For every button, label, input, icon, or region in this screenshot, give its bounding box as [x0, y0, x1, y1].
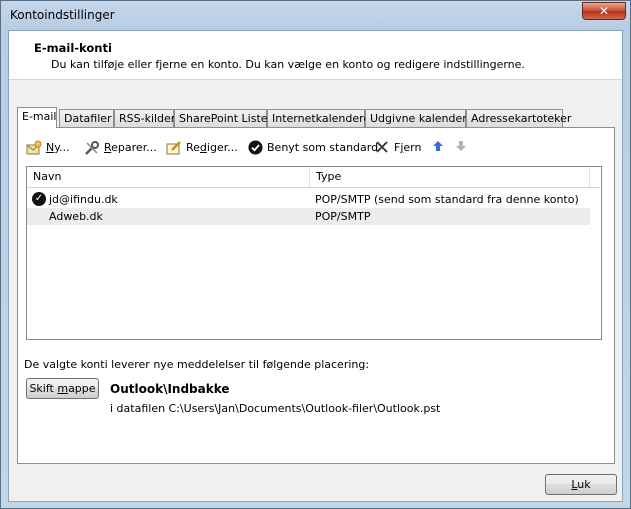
edit-label-start: Re [186, 141, 200, 154]
x-icon [374, 140, 390, 156]
edit-label-mnemonic: d [199, 141, 207, 154]
tab-label: Datafiler [64, 112, 112, 125]
tab-label: E-mail [22, 110, 57, 123]
change-folder-label-start: Skift [29, 382, 58, 395]
change-folder-button[interactable]: Skift mappe [26, 378, 99, 399]
new-label-mnemonic: N [46, 141, 55, 154]
header-title: E-mail-konti [34, 41, 112, 55]
delivery-path: i datafilen C:\Users\Jan\Documents\Outlo… [110, 402, 441, 415]
tab-label: RSS-kilder [119, 112, 176, 125]
edit-icon [166, 140, 182, 156]
header-subtitle: Du kan tilføje eller fjerne en konto. Du… [51, 58, 525, 71]
account-type: POP/SMTP (send som standard fra denne ko… [315, 193, 579, 206]
set-default-button[interactable]: Benyt som standard [247, 138, 378, 158]
account-name: Adweb.dk [49, 210, 103, 223]
delivery-folder: Outlook\Indbakke [110, 382, 230, 396]
tab-datafiles[interactable]: Datafiler [59, 109, 114, 127]
accounts-list[interactable]: Navn Type ✓ jd@ifindu.dk POP/SMTP (send … [26, 166, 603, 340]
account-name: jd@ifindu.dk [49, 193, 118, 206]
email-tab-panel: Ny... Reparer... Rediger... Benyt som st… [17, 127, 615, 464]
account-settings-window: Kontoindstillinger ✕ E-mail-konti Du kan… [0, 0, 631, 509]
edit-button[interactable]: Rediger... [166, 138, 238, 158]
delivery-label: De valgte konti leverer nye meddelelser … [24, 358, 370, 371]
tab-label: Internetkalendere [272, 112, 371, 125]
list-item[interactable]: Adweb.dk POP/SMTP [27, 208, 590, 225]
tab-label: Adressekartoteker [471, 112, 572, 125]
tab-label: SharePoint Lister [179, 112, 273, 125]
close-icon: ✕ [598, 4, 610, 18]
dialog-client-area: E-mail-konti Du kan tilføje eller fjerne… [8, 30, 623, 502]
tab-internet-calendars[interactable]: Internetkalendere [267, 109, 370, 127]
tab-rss[interactable]: RSS-kilder [114, 109, 176, 127]
change-folder-label: appe [68, 382, 96, 395]
header-panel: E-mail-konti Du kan tilføje eller fjerne… [9, 31, 622, 80]
tab-published-calendars[interactable]: Udgivne kalendere [365, 109, 473, 127]
tab-address-books[interactable]: Adressekartoteker [466, 109, 571, 127]
move-up-button[interactable] [430, 138, 446, 158]
remove-label: ern [403, 141, 422, 154]
tab-sharepoint[interactable]: SharePoint Lister [174, 109, 272, 127]
column-header-type[interactable]: Type [310, 167, 590, 187]
remove-button[interactable]: Fjern [374, 138, 421, 158]
set-default-label: Benyt som standard [267, 141, 379, 154]
column-header-name[interactable]: Navn [27, 167, 310, 187]
column-label: Navn [33, 170, 62, 183]
edit-label: iger... [206, 141, 238, 154]
account-type: POP/SMTP [315, 210, 371, 223]
default-account-check-icon: ✓ [32, 192, 46, 206]
repair-icon [84, 140, 100, 156]
list-header: Navn Type [27, 167, 603, 188]
repair-label: eparer... [111, 141, 157, 154]
arrow-up-icon [430, 140, 446, 156]
new-account-icon [26, 140, 42, 156]
new-label: y... [54, 141, 70, 154]
repair-button[interactable]: Reparer... [84, 138, 157, 158]
change-folder-mnemonic: m [57, 382, 69, 395]
close-label: uk [577, 478, 591, 491]
title-bar[interactable]: Kontoindstillinger ✕ [1, 1, 630, 29]
column-label: Type [316, 170, 342, 183]
close-button[interactable]: Luk [545, 474, 617, 495]
toolbar: Ny... Reparer... Rediger... Benyt som st… [18, 138, 614, 158]
tab-label: Udgivne kalendere [370, 112, 474, 125]
arrow-down-icon [453, 140, 469, 156]
list-item[interactable]: ✓ jd@ifindu.dk POP/SMTP (send som standa… [27, 191, 590, 208]
move-down-button[interactable] [453, 138, 469, 158]
tab-email[interactable]: E-mail [17, 107, 57, 128]
checkmark-icon [247, 140, 263, 156]
window-close-button[interactable]: ✕ [582, 2, 626, 20]
window-title: Kontoindstillinger [10, 8, 115, 22]
new-account-button[interactable]: Ny... [26, 138, 70, 158]
